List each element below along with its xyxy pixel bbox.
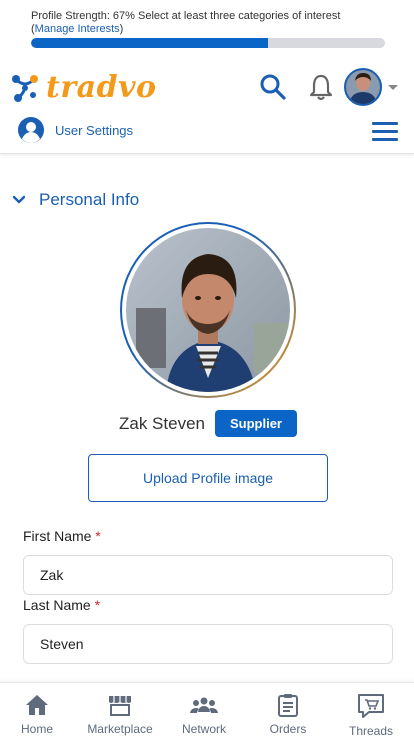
close-paren: ) <box>119 23 124 35</box>
manage-interests-link[interactable]: Manage Interests <box>35 23 120 35</box>
user-settings-bar: User Settings <box>0 112 414 154</box>
nav-home-label: Home <box>20 722 53 736</box>
last-name-field[interactable]: Steven <box>23 624 393 664</box>
nav-orders[interactable]: Orders <box>248 693 328 736</box>
first-name-label-text: First Name <box>23 528 92 544</box>
store-icon <box>109 696 131 716</box>
profile-strength-fill <box>31 38 269 48</box>
bell-icon[interactable] <box>306 72 336 102</box>
nav-home[interactable]: Home <box>0 693 77 736</box>
nav-marketplace[interactable]: Marketplace <box>80 693 160 736</box>
nav-orders-label: Orders <box>269 722 307 736</box>
personal-info-section-header[interactable]: Personal Info <box>0 186 414 214</box>
avatar-photo <box>346 70 380 104</box>
home-icon <box>26 695 48 715</box>
first-name-field[interactable]: Zak <box>23 555 393 595</box>
nav-network[interactable]: Network <box>164 693 244 736</box>
caret-down-icon[interactable] <box>387 82 399 92</box>
last-name-label-text: Last Name <box>23 597 91 613</box>
first-name-label: First Name * <box>23 528 101 544</box>
profile-strength-bar <box>31 38 385 48</box>
profile-name: Zak Steven <box>119 414 205 433</box>
user-settings-link[interactable]: User Settings <box>55 123 133 138</box>
manage-interests-row: (Manage Interests) <box>31 23 123 36</box>
chat-icon <box>358 694 384 718</box>
upload-profile-image-button[interactable]: Upload Profile image <box>88 454 328 502</box>
tradvo-logo[interactable]: tradvo <box>10 68 157 108</box>
menu-icon[interactable] <box>372 122 398 142</box>
required-mark: * <box>94 597 101 613</box>
nav-threads[interactable]: Threads <box>331 693 411 738</box>
logo-mark-icon <box>12 75 38 102</box>
profile-strength-banner: Profile Strength: 67% Select at least th… <box>0 0 414 56</box>
user-circle-icon[interactable] <box>17 116 45 144</box>
nav-marketplace-label: Marketplace <box>87 722 153 736</box>
avatar[interactable] <box>344 68 382 106</box>
profile-photo-frame <box>120 222 296 398</box>
app-header: tradvo <box>0 62 414 114</box>
people-icon <box>190 697 218 713</box>
nav-threads-label: Threads <box>348 724 394 738</box>
last-name-label: Last Name * <box>23 597 100 613</box>
section-title: Personal Info <box>39 190 140 209</box>
profile-photo <box>126 228 290 392</box>
profile-strength-text: Profile Strength: 67% Select at least th… <box>31 10 341 22</box>
chevron-down-icon <box>12 195 26 204</box>
nav-network-label: Network <box>181 722 226 736</box>
bottom-navigation: Home Marketplace Network Orders Threads <box>0 682 414 743</box>
clipboard-icon <box>278 694 298 717</box>
profile-name-row: Zak Steven Supplier <box>0 410 414 438</box>
logo-text: tradvo <box>46 70 157 105</box>
role-badge: Supplier <box>215 410 297 437</box>
required-mark: * <box>95 528 101 544</box>
search-icon[interactable] <box>258 72 288 102</box>
